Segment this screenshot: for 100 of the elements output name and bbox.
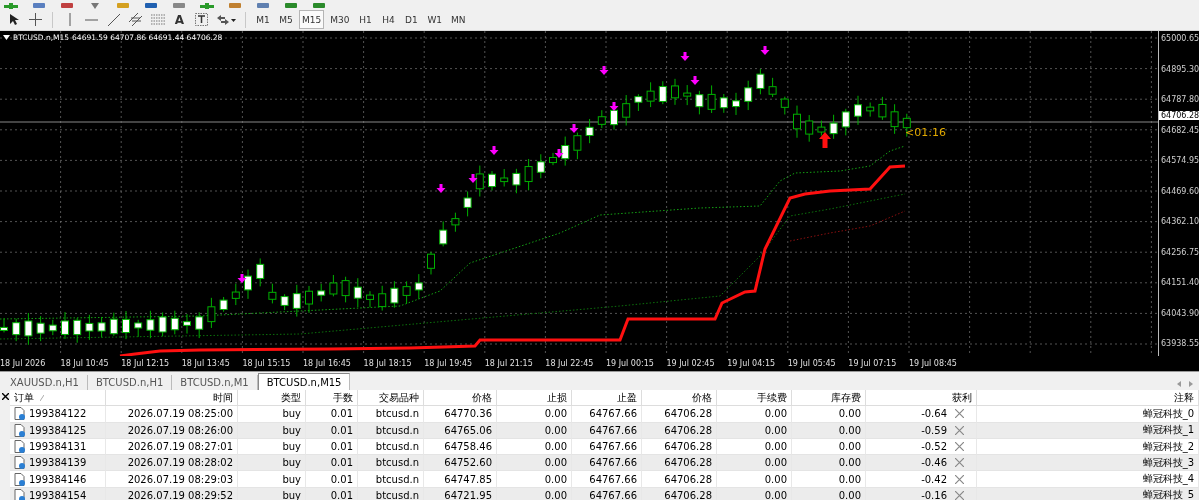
candle	[744, 80, 753, 111]
candle	[0, 317, 8, 333]
column-header[interactable]: 手续费	[717, 390, 792, 407]
candle	[170, 310, 179, 335]
timeframe-button[interactable]: MN	[448, 10, 469, 29]
candle	[48, 319, 57, 336]
timeframe-button[interactable]: H1	[355, 10, 376, 29]
down-arrow-icon	[680, 52, 690, 61]
price-axis-label: 64787.80	[1160, 95, 1199, 104]
time-axis-label: 18 Jul 2026	[0, 359, 47, 368]
column-header[interactable]: 类型	[238, 390, 306, 407]
column-header[interactable]: 手数	[306, 390, 358, 407]
column-header[interactable]: 获利	[866, 390, 977, 407]
table-cell: 64767.66	[572, 471, 642, 488]
square-icon[interactable]	[228, 3, 242, 9]
table-cell: buy	[238, 471, 306, 488]
table-cell: 蝉冠科技_4	[977, 471, 1199, 488]
time-axis-label: 19 Jul 00:15	[605, 359, 655, 368]
down-arrow-icon	[609, 102, 619, 111]
candle	[183, 313, 191, 334]
scroll-right-icon[interactable]	[1189, 381, 1193, 387]
price-axis-label: 65000.65	[1160, 34, 1199, 43]
close-icon[interactable]	[1, 393, 9, 400]
candle	[829, 114, 838, 140]
candle	[841, 108, 850, 136]
candle	[134, 319, 143, 338]
candle	[500, 168, 509, 187]
table-cell: 0.00	[792, 471, 866, 488]
square-icon[interactable]	[32, 3, 46, 9]
column-header[interactable]: 注释	[977, 390, 1199, 407]
square-icon[interactable]	[284, 3, 298, 9]
price-axis-label: 64895.30	[1160, 64, 1199, 74]
table-cell: 64767.66	[572, 455, 642, 472]
bar-countdown: <01:16	[905, 126, 946, 139]
table-cell: btcusd.n	[358, 406, 424, 423]
crosshair-icon[interactable]	[26, 10, 45, 29]
price-axis-label: 64362.10	[1160, 217, 1199, 226]
square-icon[interactable]	[256, 3, 270, 9]
candle	[451, 212, 460, 233]
down-arrow-icon	[554, 149, 564, 158]
time-axis-label: 19 Jul 05:45	[787, 359, 837, 368]
table-cell: 64767.66	[572, 406, 642, 423]
dropdown-icon[interactable]	[3, 35, 10, 40]
table-cell: 0.00	[717, 406, 792, 423]
candle	[573, 132, 582, 160]
timeframe-button[interactable]: W1	[424, 10, 446, 29]
column-header[interactable]: 价格	[424, 390, 497, 407]
column-header[interactable]: 交易品种	[358, 390, 424, 407]
candle	[561, 136, 570, 167]
time-axis-label: 19 Jul 07:15	[848, 359, 898, 368]
order-number: 199384139	[29, 457, 87, 469]
column-header[interactable]: 止损	[497, 390, 572, 407]
column-header[interactable]: 时间	[106, 390, 238, 407]
time-axis-label: 18 Jul 10:45	[60, 359, 110, 368]
column-header[interactable]: 价格	[642, 390, 717, 407]
timeframe-button[interactable]: H4	[378, 10, 399, 29]
candle	[549, 152, 557, 166]
candle	[219, 296, 228, 313]
candle	[719, 93, 728, 114]
table-cell: btcusd.n	[358, 471, 424, 488]
candle	[353, 277, 362, 308]
scroll-left-icon[interactable]	[1177, 381, 1181, 387]
timeframe-button[interactable]: M15	[299, 10, 325, 29]
table-cell: 2026.07.19 08:29:03	[106, 471, 238, 488]
table-cell: 64770.36	[424, 406, 497, 423]
table-cell: 蝉冠科技_3	[977, 455, 1199, 472]
square-icon[interactable]	[172, 3, 186, 9]
profit-value: -0.52	[921, 441, 947, 453]
column-header[interactable]: 库存费	[792, 390, 866, 407]
up-arrow-icon	[819, 132, 831, 148]
time-axis-label: 18 Jul 16:45	[302, 359, 352, 368]
candle	[207, 297, 216, 329]
profit-value: -0.59	[921, 424, 947, 436]
current-price-tag: 64706.28	[1159, 111, 1199, 120]
table-cell: 64706.28	[642, 471, 717, 488]
timeframe-button[interactable]: M1	[253, 10, 273, 29]
candle	[780, 96, 789, 115]
time-axis-label: 18 Jul 18:15	[363, 359, 413, 368]
candle	[195, 311, 204, 339]
square-icon[interactable]	[144, 3, 158, 9]
candle	[585, 118, 594, 144]
plus-icon[interactable]	[200, 3, 214, 9]
candle	[695, 90, 704, 115]
timeframe-button[interactable]: D1	[401, 10, 422, 29]
square-icon[interactable]	[60, 3, 74, 9]
candle	[817, 120, 826, 137]
price-axis-label: 64574.95	[1160, 156, 1199, 165]
down-arrow-icon	[489, 146, 499, 155]
plus-icon[interactable]	[4, 3, 18, 9]
down-arrow-icon	[237, 274, 247, 283]
profit-value: -0.64	[921, 408, 947, 420]
text-tool-button[interactable]: A	[170, 10, 189, 29]
column-header[interactable]: 止盈	[572, 390, 642, 407]
chart-tab[interactable]: BTCUSD.n,M15	[257, 373, 351, 390]
text-label-icon[interactable]	[192, 10, 211, 29]
timeframe-button[interactable]: M30	[327, 10, 353, 29]
timeframe-button[interactable]: M5	[276, 10, 296, 29]
candle	[378, 285, 387, 312]
price-axis-label: 64043.90	[1160, 308, 1199, 318]
square-icon[interactable]	[312, 3, 326, 9]
